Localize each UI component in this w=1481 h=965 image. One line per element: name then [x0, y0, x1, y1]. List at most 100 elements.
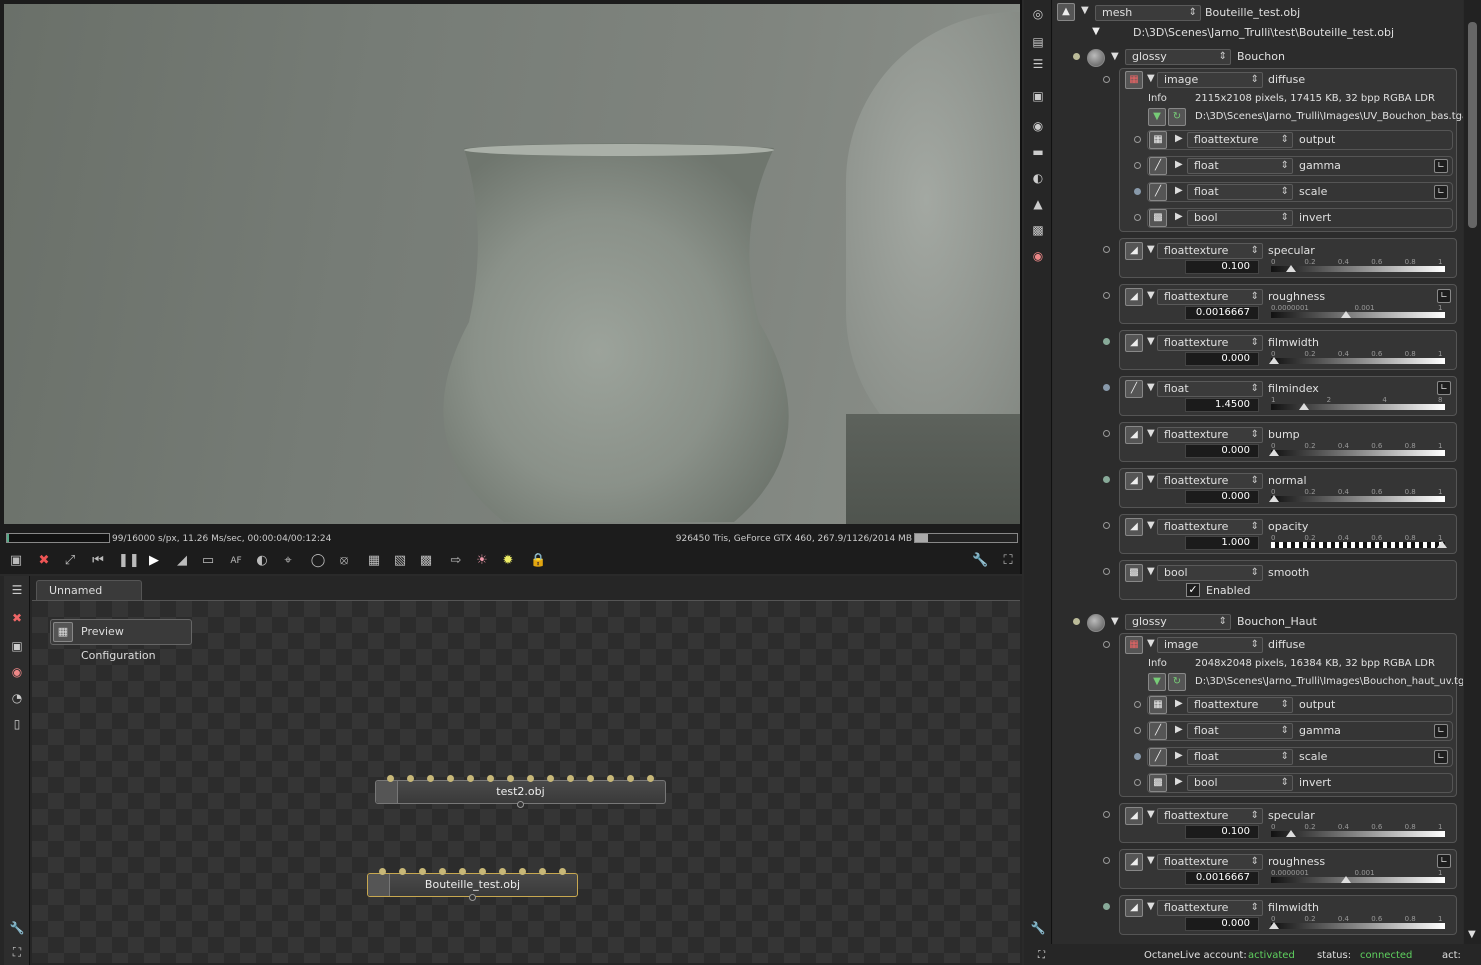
- gizmo-icon[interactable]: ⇨: [448, 553, 464, 569]
- sidebar-wrench-icon[interactable]: 🔧: [1029, 920, 1047, 936]
- sub-pin[interactable]: [1134, 753, 1141, 760]
- node-input-pin[interactable]: [479, 868, 486, 875]
- param-pin[interactable]: [1103, 430, 1110, 437]
- curve-icon[interactable]: ∟: [1434, 159, 1448, 173]
- node-output-pin[interactable]: [469, 894, 476, 901]
- collapse-triangle-icon[interactable]: ▼: [1147, 336, 1155, 347]
- node-input-pin[interactable]: [587, 775, 594, 782]
- curve-icon[interactable]: ∟: [1434, 185, 1448, 199]
- light-icon[interactable]: ✹: [500, 553, 516, 569]
- expand-triangle-icon[interactable]: ▶: [1175, 159, 1183, 170]
- graph-fullscreen-icon[interactable]: ⛶: [9, 944, 25, 960]
- graph-node-selected[interactable]: Bouteille_test.obj: [367, 868, 578, 901]
- environment-icon[interactable]: ☀: [474, 553, 490, 569]
- param-type-select[interactable]: floattexture: [1157, 335, 1263, 351]
- node-input-pin[interactable]: [647, 775, 654, 782]
- param-type-select[interactable]: floattexture: [1157, 243, 1263, 259]
- tab-project[interactable]: Unnamed Project: [36, 580, 142, 617]
- collapse-triangle-icon[interactable]: ▼: [1081, 5, 1089, 16]
- node-input-pin[interactable]: [507, 775, 514, 782]
- sub-type-select[interactable]: bool: [1187, 210, 1293, 226]
- sub-pin[interactable]: [1134, 214, 1141, 221]
- split-view-icon[interactable]: ▩: [418, 553, 434, 569]
- node-input-pin[interactable]: [379, 868, 386, 875]
- collapse-triangle-icon[interactable]: ▼: [1147, 901, 1155, 912]
- texture-node-icon[interactable]: ◔: [9, 690, 25, 706]
- node-input-pin[interactable]: [627, 775, 634, 782]
- node-input-pin[interactable]: [607, 775, 614, 782]
- curve-icon[interactable]: ∟: [1437, 289, 1451, 303]
- node-input-pin[interactable]: [519, 868, 526, 875]
- curve-icon[interactable]: ∟: [1437, 381, 1451, 395]
- slider-knob[interactable]: [1269, 449, 1279, 456]
- sub-type-select[interactable]: float: [1187, 749, 1293, 765]
- sub-pin[interactable]: [1134, 188, 1141, 195]
- smooth-pin[interactable]: [1103, 568, 1110, 575]
- param-value-field[interactable]: 0.000: [1185, 352, 1259, 366]
- param-pin[interactable]: [1103, 338, 1110, 345]
- collapse-triangle-icon[interactable]: ▼: [1147, 520, 1155, 531]
- mesh-type-select[interactable]: mesh: [1095, 5, 1201, 21]
- save-render-icon[interactable]: ▣: [8, 553, 24, 569]
- graph-node[interactable]: test2.obj: [375, 775, 666, 808]
- node-input-pin[interactable]: [419, 868, 426, 875]
- expand-triangle-icon[interactable]: ▶: [1175, 133, 1183, 144]
- material-pin[interactable]: [1073, 53, 1080, 60]
- node-input-pin[interactable]: [439, 868, 446, 875]
- collapse-triangle-icon[interactable]: ▼: [1147, 474, 1155, 485]
- sub-pin[interactable]: [1134, 136, 1141, 143]
- render-image[interactable]: [4, 4, 1020, 524]
- material-pin[interactable]: [1073, 618, 1080, 625]
- param-type-select[interactable]: floattexture: [1157, 473, 1263, 489]
- param-value-field[interactable]: 1.000: [1185, 536, 1259, 550]
- graph-layout-icon[interactable]: ☰: [9, 582, 25, 598]
- expand-triangle-icon[interactable]: ▶: [1175, 698, 1183, 709]
- material-type-select[interactable]: glossy: [1125, 49, 1231, 65]
- smooth-checkbox[interactable]: ✓: [1186, 583, 1200, 597]
- collapse-triangle-icon[interactable]: ▼: [1147, 73, 1155, 84]
- param-type-select[interactable]: floattexture: [1157, 519, 1263, 535]
- delete-node-icon[interactable]: ✖: [9, 610, 25, 626]
- param-type-select[interactable]: floattexture: [1157, 854, 1263, 870]
- material-icon[interactable]: ◉: [1029, 248, 1047, 264]
- film-icon[interactable]: ▬: [1029, 144, 1047, 160]
- param-slider[interactable]: 0 0.2 0.4 0.6 0.8 1: [1269, 442, 1445, 460]
- collapse-triangle-icon[interactable]: ▼: [1147, 855, 1155, 866]
- param-type-select[interactable]: floattexture: [1157, 289, 1263, 305]
- param-slider[interactable]: 0.0000001 0.001 1: [1271, 869, 1445, 887]
- collapse-triangle-icon[interactable]: ▼: [1147, 290, 1155, 301]
- sub-type-select[interactable]: float: [1187, 723, 1293, 739]
- param-value-field[interactable]: 0.000: [1185, 917, 1259, 931]
- start-render-icon[interactable]: ▶: [146, 553, 162, 569]
- render-target-icon[interactable]: ▩: [1029, 222, 1047, 238]
- node-input-pin[interactable]: [499, 868, 506, 875]
- geometry-node-icon[interactable]: ▯: [9, 716, 25, 732]
- load-image-icon[interactable]: ▼: [1148, 108, 1166, 126]
- param-value-field[interactable]: 0.000: [1185, 490, 1259, 504]
- param-value-field[interactable]: 0.100: [1185, 260, 1259, 274]
- node-input-pin[interactable]: [539, 868, 546, 875]
- sub-pin[interactable]: [1134, 727, 1141, 734]
- param-pin[interactable]: [1103, 903, 1110, 910]
- monitor-icon[interactable]: ▭: [200, 553, 216, 569]
- node-input-pin[interactable]: [527, 775, 534, 782]
- slider-knob[interactable]: [1341, 876, 1352, 883]
- load-image-icon[interactable]: ▼: [1148, 673, 1166, 691]
- reload-image-icon[interactable]: ↻: [1168, 673, 1186, 691]
- imager-icon[interactable]: ▣: [1029, 88, 1047, 104]
- collapse-triangle-icon[interactable]: ▼: [1147, 382, 1155, 393]
- sub-type-select[interactable]: floattexture: [1187, 132, 1293, 148]
- kernel-icon[interactable]: ▤: [1029, 34, 1047, 50]
- param-type-select[interactable]: floattexture: [1157, 427, 1263, 443]
- node-output-pin[interactable]: [517, 801, 524, 808]
- slider-knob[interactable]: [1269, 357, 1279, 364]
- smooth-type-select[interactable]: bool: [1157, 565, 1263, 581]
- stop-render-icon[interactable]: ✖: [36, 553, 52, 569]
- node-input-pin[interactable]: [407, 775, 414, 782]
- param-pin[interactable]: [1103, 522, 1110, 529]
- sub-pin[interactable]: [1134, 779, 1141, 786]
- recenter-view-icon[interactable]: ⤢: [62, 553, 78, 569]
- param-pin[interactable]: [1103, 292, 1110, 299]
- load-file-icon[interactable]: ▼: [1087, 24, 1105, 42]
- image-icon[interactable]: ▲: [1029, 196, 1047, 212]
